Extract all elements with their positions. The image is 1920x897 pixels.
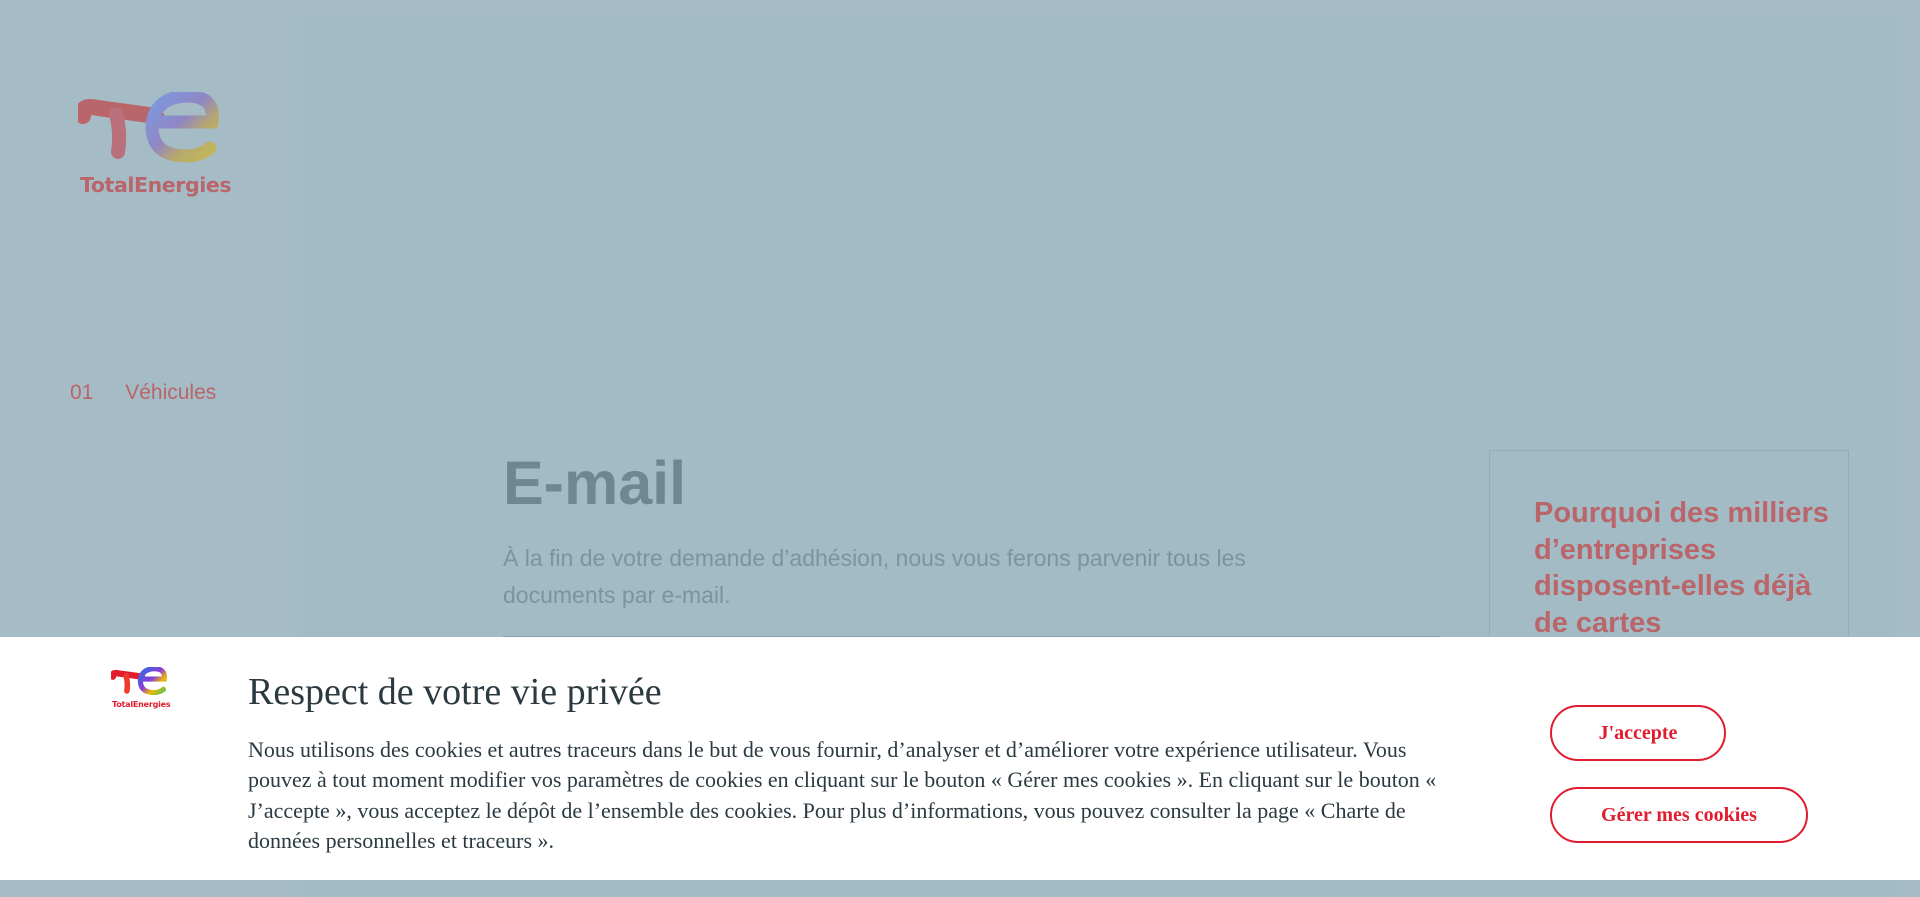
- cookie-banner: TotalEnergies Respect de votre vie privé…: [0, 637, 1920, 880]
- totalenergies-logo[interactable]: TotalEnergies: [74, 89, 232, 202]
- cookie-banner-title: Respect de votre vie privée: [248, 671, 662, 713]
- banner-logo-text: TotalEnergies: [112, 700, 171, 709]
- totalenergies-logo-icon: [109, 666, 167, 696]
- banner-logo: TotalEnergies: [109, 666, 171, 711]
- sidebar-item-label: Véhicules: [125, 381, 217, 404]
- page-title: E-mail: [503, 449, 687, 517]
- accept-cookies-button[interactable]: J'accepte: [1550, 705, 1726, 761]
- step-number: 01: [70, 381, 94, 404]
- cookie-banner-text: Nous utilisons des cookies et autres tra…: [248, 737, 1437, 853]
- sidebar-item-vehicules[interactable]: 01 Véhicules: [70, 381, 216, 405]
- manage-cookies-button[interactable]: Gérer mes cookies: [1550, 787, 1808, 843]
- totalenergies-logo-icon: [74, 89, 219, 163]
- info-box-title: Pourquoi des milliers d’entreprises disp…: [1534, 497, 1829, 639]
- email-description: À la fin de votre demande d’adhésion, no…: [503, 545, 1246, 608]
- logo-text: TotalEnergies: [80, 173, 232, 197]
